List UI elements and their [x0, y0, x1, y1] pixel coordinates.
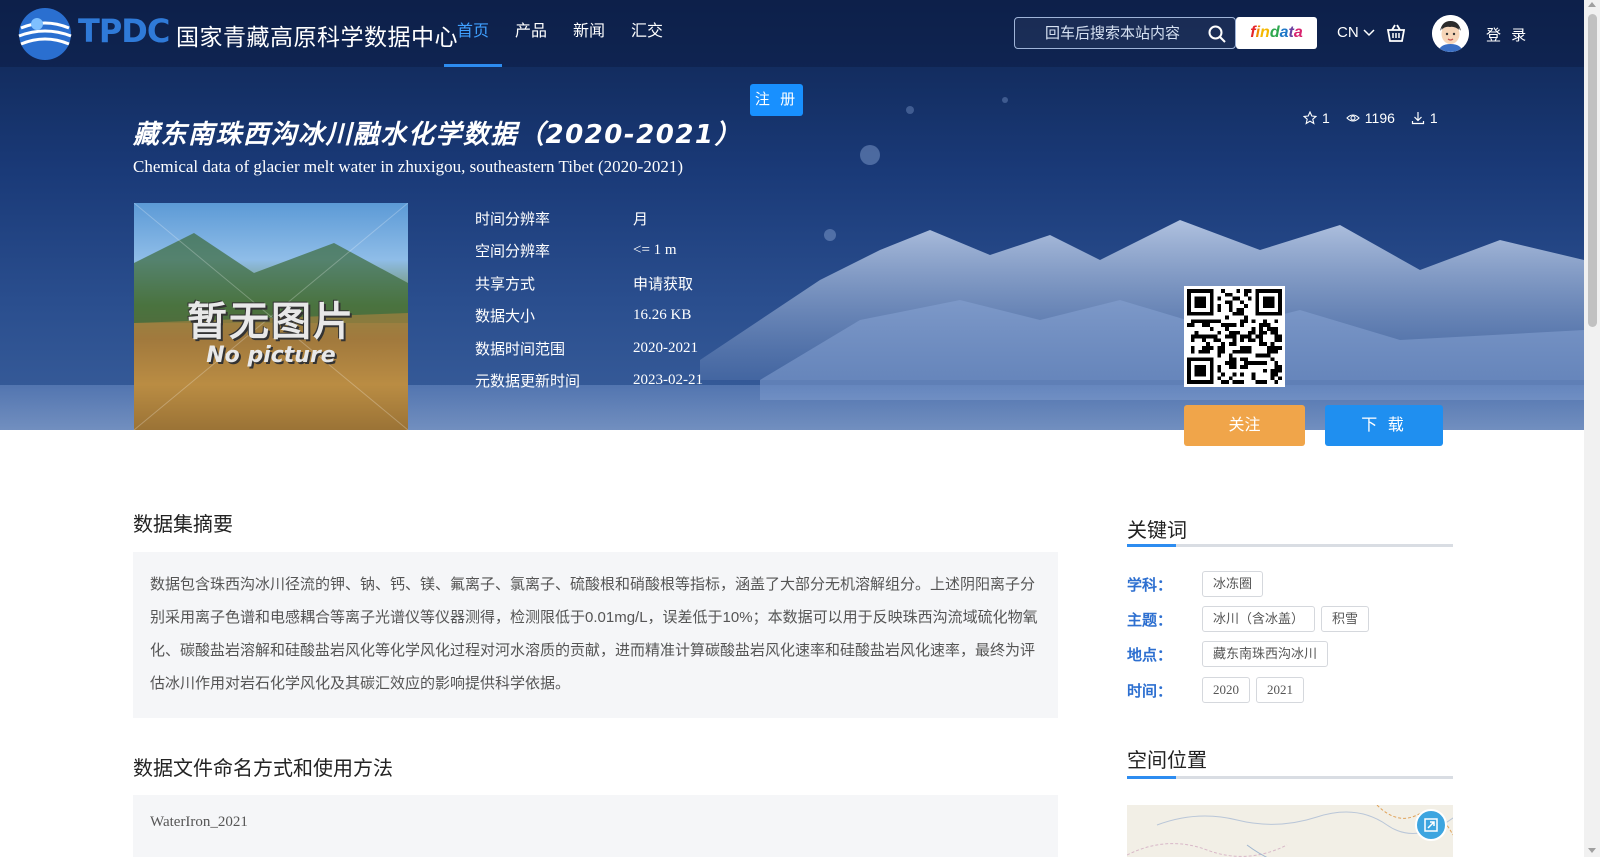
- findata-letter: n: [1260, 24, 1270, 41]
- register-button[interactable]: 注 册: [750, 84, 803, 116]
- keyword-tag[interactable]: 2020: [1202, 677, 1250, 703]
- login-link[interactable]: 登 录: [1486, 24, 1529, 45]
- file-naming-title: 数据文件命名方式和使用方法: [133, 758, 393, 780]
- scroll-up-arrow-icon[interactable]: [1588, 2, 1596, 7]
- main-menu: 首页 产品 新闻 汇交: [444, 0, 676, 67]
- qr-code: [1184, 286, 1285, 387]
- findata-letter: d: [1269, 24, 1280, 41]
- menu-item-submit[interactable]: 汇交: [618, 0, 676, 67]
- download-button[interactable]: 下 载: [1325, 405, 1443, 446]
- keyword-label: 学科：: [1127, 576, 1173, 594]
- keyword-tag[interactable]: 藏东南珠西沟冰川: [1202, 641, 1329, 667]
- meta-row: 共享方式 申请获取: [475, 267, 703, 300]
- user-avatar-icon: [1432, 15, 1469, 52]
- tpdc-logo-icon[interactable]: [15, 4, 75, 64]
- meta-key: 数据时间范围: [475, 340, 566, 358]
- keyword-tag[interactable]: 积雪: [1321, 606, 1370, 632]
- keyword-row-time: 时间： 2020 2021: [1127, 677, 1310, 703]
- meta-value: <= 1 m: [633, 242, 677, 259]
- downloads-stat: 1: [1411, 110, 1438, 126]
- chevron-down-icon: [1363, 29, 1375, 37]
- page-scrollbar[interactable]: [1584, 0, 1600, 857]
- dataset-thumbnail: 暂无图片 No picture: [134, 203, 408, 430]
- keyword-label: 时间：: [1127, 682, 1173, 700]
- language-switch[interactable]: CN: [1337, 24, 1375, 41]
- no-picture-label: 暂无图片: [187, 299, 355, 345]
- downloads-count: 1: [1429, 110, 1438, 126]
- findata-letter: a: [1279, 24, 1289, 41]
- menu-item-news[interactable]: 新闻: [560, 0, 618, 67]
- abstract-text: 数据包含珠西沟冰川径流的钾、钠、钙、镁、氟离子、氯离子、硫酸根和硝酸根等指标，涵…: [150, 576, 1038, 692]
- dataset-title: 藏东南珠西沟冰川融水化学数据（2020-2021）: [133, 120, 743, 150]
- expand-map-button[interactable]: [1415, 809, 1447, 841]
- dataset-metadata: 时间分辨率 月 空间分辨率 <= 1 m 共享方式 申请获取 数据大小 16.26 KB…: [475, 202, 703, 397]
- meta-row: 时间分辨率 月: [475, 202, 703, 235]
- keyword-label: 地点：: [1127, 646, 1173, 664]
- follow-button[interactable]: 关注: [1184, 405, 1305, 446]
- stars-stat[interactable]: 1: [1303, 110, 1330, 126]
- meta-key: 数据大小: [475, 308, 536, 326]
- keywords-title: 关键词: [1127, 520, 1187, 542]
- meta-key: 共享方式: [475, 275, 536, 293]
- download-icon: [1411, 112, 1425, 125]
- top-navbar: TPDC 国家青藏高原科学数据中心 首页 产品 新闻 汇交 findata CN: [0, 0, 1584, 67]
- search-icon[interactable]: [1207, 24, 1227, 44]
- avatar[interactable]: [1432, 15, 1469, 52]
- meta-value: 2020-2021: [633, 339, 698, 356]
- logo-text[interactable]: TPDC: [78, 12, 170, 50]
- keyword-label: 主题：: [1127, 611, 1173, 629]
- search-input[interactable]: [1015, 18, 1195, 48]
- meta-value: 16.26 KB: [633, 307, 692, 324]
- qr-code-icon: [1187, 289, 1282, 384]
- meta-row: 空间分辨率 <= 1 m: [475, 235, 703, 268]
- location-divider: [1127, 776, 1453, 779]
- menu-item-products[interactable]: 产品: [502, 0, 560, 67]
- views-stat: 1196: [1346, 110, 1395, 126]
- meta-key: 时间分辨率: [475, 210, 551, 228]
- meta-value: 2023-02-21: [633, 372, 703, 389]
- meta-value: 月: [633, 211, 649, 228]
- keyword-row-place: 地点： 藏东南珠西沟冰川: [1127, 641, 1334, 667]
- no-picture-label-en: No picture: [206, 343, 336, 368]
- search-box: [1014, 17, 1236, 49]
- scroll-down-arrow-icon[interactable]: [1588, 848, 1596, 853]
- scroll-thumb[interactable]: [1588, 14, 1597, 327]
- site-name[interactable]: 国家青藏高原科学数据中心: [176, 18, 458, 52]
- views-count: 1196: [1364, 110, 1395, 126]
- map-lines: [1127, 805, 1453, 857]
- meta-key: 元数据更新时间: [475, 373, 581, 391]
- keyword-tag[interactable]: 冰冻圈: [1202, 571, 1264, 597]
- star-icon: [1303, 111, 1317, 125]
- file-naming-text: WaterIron_2021: [150, 814, 248, 830]
- dataset-stats: 1 1196 1: [1303, 110, 1438, 126]
- meta-key: 空间分辨率: [475, 243, 551, 261]
- keywords-divider: [1127, 544, 1453, 547]
- location-title: 空间位置: [1127, 750, 1207, 772]
- findata-letter: a: [1293, 24, 1303, 41]
- file-naming-box: WaterIron_2021: [133, 795, 1058, 857]
- abstract-title: 数据集摘要: [133, 514, 233, 536]
- findata-button[interactable]: findata: [1236, 17, 1317, 49]
- language-label: CN: [1337, 24, 1359, 41]
- location-map[interactable]: [1127, 805, 1453, 857]
- keyword-tag[interactable]: 冰川（含冰盖）: [1202, 606, 1316, 632]
- eye-icon: [1346, 114, 1360, 122]
- dataset-title-en: Chemical data of glacier melt water in z…: [133, 157, 684, 176]
- stars-count: 1: [1322, 110, 1330, 126]
- abstract-box: 数据包含珠西沟冰川径流的钾、钠、钙、镁、氟离子、氯离子、硫酸根和硝酸根等指标，涵…: [133, 552, 1058, 718]
- keyword-tag[interactable]: 2021: [1256, 677, 1304, 703]
- expand-icon: [1424, 818, 1438, 832]
- meta-row: 数据大小 16.26 KB: [475, 300, 703, 333]
- keyword-row-theme: 主题： 冰川（含冰盖） 积雪: [1127, 606, 1375, 632]
- keyword-row-discipline: 学科： 冰冻圈: [1127, 571, 1269, 597]
- meta-row: 元数据更新时间 2023-02-21: [475, 365, 703, 398]
- menu-item-home[interactable]: 首页: [444, 0, 503, 67]
- meta-value: 申请获取: [633, 276, 694, 293]
- cart-icon[interactable]: [1385, 22, 1407, 44]
- meta-row: 数据时间范围 2020-2021: [475, 332, 703, 365]
